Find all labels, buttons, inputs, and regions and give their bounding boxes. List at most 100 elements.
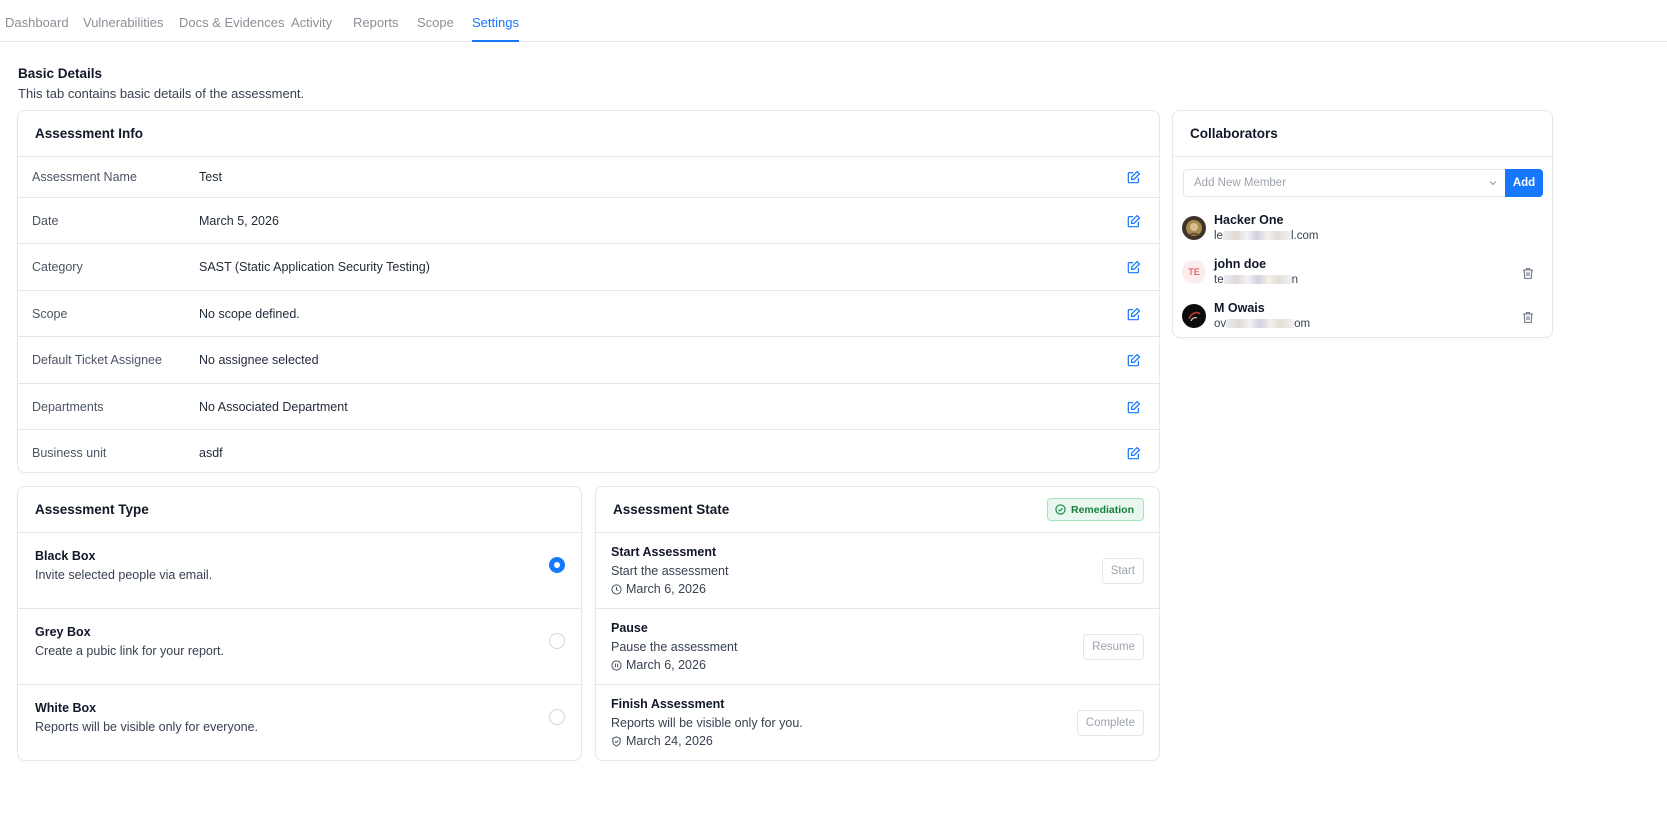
edit-icon[interactable] [1127, 170, 1141, 184]
step-date: March 6, 2026 [611, 582, 706, 596]
member-name: john doe [1214, 257, 1267, 271]
option-title: Black Box [35, 549, 96, 563]
option-desc: Create a pubic link for your report. [35, 644, 224, 658]
option-title: Grey Box [35, 625, 91, 639]
step-title: Finish Assessment [611, 697, 725, 711]
collaborators-card: Collaborators Add Hacker One lel.com TE … [1172, 110, 1553, 338]
info-row-date: Date March 5, 2026 [18, 198, 1159, 244]
info-value: No Associated Department [199, 399, 348, 414]
assessment-state-card: Assessment State Remediation Start Asses… [595, 486, 1160, 761]
tab-activity[interactable]: Activity [291, 15, 332, 30]
member-name: Hacker One [1214, 213, 1284, 227]
info-label: Default Ticket Assignee [32, 353, 162, 367]
tab-vulnerabilities[interactable]: Vulnerabilities [83, 15, 163, 30]
step-title: Start Assessment [611, 545, 717, 559]
tab-scope[interactable]: Scope [417, 15, 454, 30]
status-badge-label: Remediation [1070, 503, 1134, 516]
chevron-down-icon [1489, 181, 1497, 186]
collaborators-title: Collaborators [1173, 111, 1552, 157]
step-desc: Start the assessment [611, 564, 729, 578]
type-option-grey-box[interactable]: Grey Box Create a pubic link for your re… [18, 609, 581, 685]
trash-icon[interactable] [1522, 311, 1534, 324]
tab-settings[interactable]: Settings [472, 15, 519, 42]
assessment-type-card: Assessment Type Black Box Invite selecte… [17, 486, 582, 761]
step-date: March 24, 2026 [611, 734, 713, 748]
assessment-type-title: Assessment Type [18, 487, 581, 533]
member-name: M Owais [1214, 301, 1265, 315]
assessment-state-title: Assessment State [613, 502, 730, 517]
pause-circle-icon [611, 659, 622, 671]
member-item: Hacker One le l.com [1182, 213, 1544, 247]
info-row-default-assignee: Default Ticket Assignee No assignee sele… [18, 337, 1159, 384]
assessment-info-title: Assessment Info [18, 111, 1159, 157]
type-option-black-box[interactable]: Black Box Invite selected people via ema… [18, 533, 581, 609]
edit-icon[interactable] [1127, 307, 1141, 321]
option-title: White Box [35, 701, 97, 715]
step-desc: Pause the assessment [611, 640, 738, 654]
add-member-select[interactable] [1183, 169, 1507, 197]
state-step-finish: Finish Assessment Reports will be visibl… [596, 685, 1159, 760]
info-value: asdf [199, 446, 223, 460]
check-circle-icon [1055, 504, 1066, 515]
info-row-scope: Scope No scope defined. [18, 291, 1159, 337]
option-desc: Reports will be visible only for everyon… [35, 720, 259, 734]
tab-dashboard[interactable]: Dashboard [5, 15, 69, 30]
step-date: March 6, 2026 [611, 658, 706, 672]
shield-check-icon [611, 583, 622, 595]
step-date-text: March 6, 2026 [626, 658, 706, 672]
step-title: Pause [611, 621, 648, 635]
state-step-pause: Pause Pause the assessment March 6, 2026… [596, 609, 1159, 685]
edit-icon[interactable] [1127, 214, 1141, 228]
info-row-assessment-name: Assessment Name Test [18, 157, 1159, 198]
info-value: SAST (Static Application Security Testin… [199, 260, 430, 274]
grey-box-radio[interactable] [549, 633, 565, 649]
add-member-button[interactable]: Add [1505, 169, 1543, 197]
member-email: te n [1214, 274, 1298, 286]
state-step-start: Start Assessment Start the assessment Ma… [596, 533, 1159, 609]
member-item: TE john doe te n [1182, 257, 1544, 291]
start-button[interactable]: Start [1101, 558, 1144, 584]
type-option-white-box[interactable]: White Box Reports will be visible only f… [18, 685, 581, 760]
tab-docs-evidences[interactable]: Docs & Evidences [179, 15, 285, 30]
edit-icon[interactable] [1127, 260, 1141, 274]
option-desc: Invite selected people via email. [35, 568, 213, 582]
edit-icon[interactable] [1127, 446, 1141, 460]
info-value: No assignee selected [199, 353, 319, 367]
info-row-business-unit: Business unit asdf [18, 430, 1159, 472]
member-item: M Owais ov om [1182, 301, 1544, 335]
complete-button[interactable]: Complete [1076, 710, 1144, 736]
info-label: Scope [32, 306, 68, 321]
assessment-state-header: Assessment State Remediation [596, 487, 1159, 533]
white-box-radio[interactable] [549, 709, 565, 725]
info-label: Category [32, 260, 83, 274]
tab-reports[interactable]: Reports [353, 15, 399, 30]
resume-button[interactable]: Resume [1083, 634, 1144, 660]
avatar [1182, 304, 1206, 328]
step-desc: Reports will be visible only for you. [611, 716, 803, 730]
assessment-info-rows: Assessment Name Test Date March 5, 2026 … [18, 157, 1159, 472]
member-email: ov om [1214, 318, 1311, 330]
info-row-category: Category SAST (Static Application Securi… [18, 244, 1159, 291]
info-row-departments: Departments No Associated Department [18, 384, 1159, 430]
page-title: Basic Details [18, 66, 103, 81]
info-label: Date [32, 213, 59, 228]
black-box-radio[interactable] [549, 557, 565, 573]
page-subtitle: This tab contains basic details of the a… [18, 86, 305, 101]
add-member-input[interactable] [1184, 170, 1474, 196]
avatar: TE [1182, 260, 1206, 284]
info-value: March 5, 2026 [199, 213, 279, 228]
info-label: Assessment Name [32, 170, 137, 184]
shield-icon [612, 735, 621, 747]
member-email: le l.com [1214, 230, 1319, 242]
tab-bar: Dashboard Vulnerabilities Docs & Evidenc… [0, 0, 1667, 42]
info-label: Business unit [32, 446, 107, 460]
avatar [1182, 216, 1206, 240]
edit-icon[interactable] [1127, 400, 1141, 414]
step-date-text: March 24, 2026 [626, 734, 713, 748]
edit-icon[interactable] [1127, 353, 1141, 367]
info-label: Departments [32, 399, 104, 414]
status-badge: Remediation [1046, 498, 1144, 521]
trash-icon[interactable] [1522, 267, 1534, 280]
info-value: Test [199, 170, 222, 184]
info-value: No scope defined. [199, 306, 300, 321]
